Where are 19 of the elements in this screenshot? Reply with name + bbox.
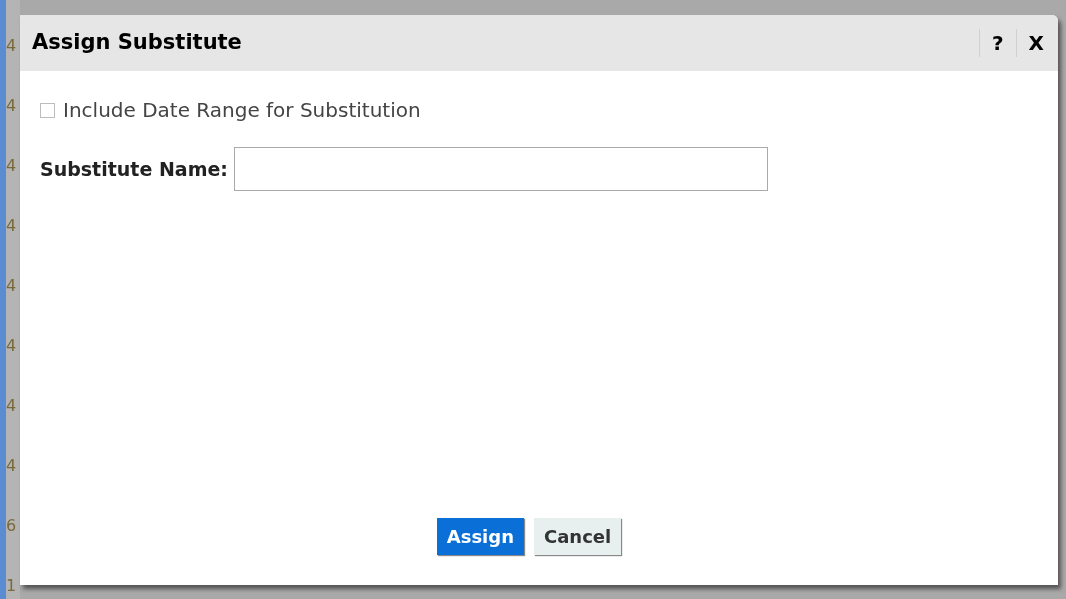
substitute-name-field[interactable] (233, 147, 768, 191)
background-cell-text: 1 (6, 575, 18, 597)
checkbox-label: Include Date Range for Substitution (63, 97, 421, 124)
background-cell-text: 4 (6, 215, 18, 237)
background-cell-text: 4 (6, 455, 18, 477)
assign-button[interactable]: Assign (436, 518, 524, 555)
background-cell-text: 6 (6, 515, 18, 537)
background-cell-text: 4 (6, 395, 18, 417)
background-cell-text: 4 (6, 95, 18, 117)
field-label: Substitute Name: (40, 156, 228, 182)
close-button[interactable]: X (1016, 28, 1046, 58)
window-title: Assign Substitute (32, 29, 243, 57)
cancel-button[interactable]: Cancel (534, 518, 622, 555)
background-cell-text: 4 (6, 35, 18, 57)
background-cell-text: 4 (6, 335, 18, 357)
help-button[interactable]: ? (979, 28, 1016, 58)
checkbox[interactable] (40, 102, 55, 118)
background-cell-text: 4 (6, 155, 18, 177)
background-cell-text: 4 (6, 275, 18, 297)
